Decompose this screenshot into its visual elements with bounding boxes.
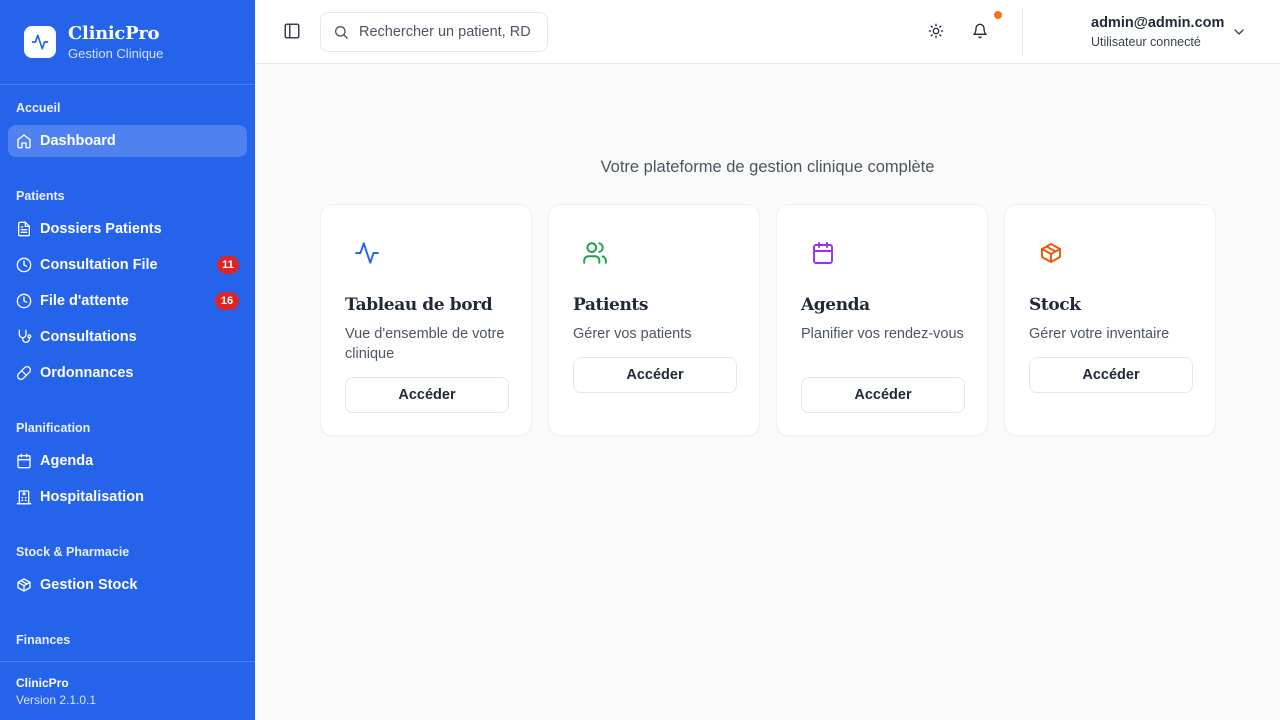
card-description: Gérer votre inventaire: [1029, 326, 1170, 342]
notification-dot: [994, 11, 1002, 19]
user-status: Utilisateur connecté: [1091, 35, 1201, 49]
access-button[interactable]: Accéder: [1029, 357, 1193, 393]
sidebar-item-label: Dossiers Patients: [40, 221, 162, 237]
card-title: Agenda: [801, 295, 870, 315]
top-header: admin@admin.com Utilisateur connecté: [255, 0, 1280, 64]
card-description: Planifier vos rendez-vous: [801, 326, 964, 342]
sidebar-item-consultation-file[interactable]: Consultation File 11: [8, 249, 247, 281]
sidebar-item-label: Gestion Stock: [40, 577, 138, 593]
header-divider: [1022, 8, 1023, 56]
pill-icon: [16, 365, 32, 381]
clock-icon: [16, 293, 32, 309]
nav-section-accueil: Accueil: [16, 101, 61, 115]
sidebar-item-gestion-stock[interactable]: Gestion Stock: [8, 569, 247, 601]
theme-toggle-icon[interactable]: [927, 22, 945, 40]
footer-app-name: ClinicPro: [16, 676, 69, 690]
sidebar-item-label: Consultation File: [40, 257, 158, 273]
activity-icon: [353, 239, 381, 267]
nav-section-finances: Finances: [16, 633, 71, 647]
sidebar-item-hospitalisation[interactable]: Hospitalisation: [8, 481, 247, 513]
clock-icon: [16, 257, 32, 273]
users-icon: [581, 239, 609, 267]
nav-section-planification: Planification: [16, 421, 91, 435]
hospital-icon: [16, 489, 32, 505]
brand[interactable]: ClinicPro Gestion Clinique: [0, 0, 255, 85]
card-patients: Patients Gérer vos patients Accéder: [548, 204, 760, 436]
page-tagline: Votre plateforme de gestion clinique com…: [600, 158, 935, 176]
sidebar-toggle-icon[interactable]: [283, 22, 301, 40]
sidebar-item-label: Dashboard: [40, 133, 116, 149]
sidebar-item-agenda[interactable]: Agenda: [8, 445, 247, 477]
sidebar-item-dashboard[interactable]: Dashboard: [8, 125, 247, 157]
sidebar-footer: ClinicPro Version 2.1.0.1: [0, 661, 255, 720]
search-box[interactable]: [320, 12, 548, 52]
package-icon: [16, 577, 32, 593]
card-stock: Stock Gérer votre inventaire Accéder: [1004, 204, 1216, 436]
stethoscope-icon: [16, 329, 32, 345]
sidebar-item-consultations[interactable]: Consultations: [8, 321, 247, 353]
card-title: Stock: [1029, 295, 1081, 315]
card-description: Gérer vos patients: [573, 326, 692, 342]
card-tableau-de-bord: Tableau de bord Vue d'ensemble de votre …: [320, 204, 532, 436]
calendar-icon: [809, 239, 837, 267]
sidebar: ClinicPro Gestion Clinique Accueil Dashb…: [0, 0, 255, 720]
sidebar-item-label: Agenda: [40, 453, 94, 469]
access-button[interactable]: Accéder: [345, 377, 509, 413]
brand-title: ClinicPro: [68, 23, 160, 44]
access-button[interactable]: Accéder: [573, 357, 737, 393]
nav-section-stock-pharmacie: Stock & Pharmacie: [16, 545, 130, 559]
sidebar-item-dossiers-patients[interactable]: Dossiers Patients: [8, 213, 247, 245]
sidebar-item-file-attente[interactable]: File d'attente 16: [8, 285, 247, 317]
sidebar-item-label: File d'attente: [40, 293, 129, 309]
card-description: Vue d'ensemble de votre clinique: [345, 326, 505, 362]
sidebar-item-ordonnances[interactable]: Ordonnances: [8, 357, 247, 389]
chevron-down-icon[interactable]: [1231, 24, 1247, 40]
package-icon: [1037, 239, 1065, 267]
card-title: Patients: [573, 295, 649, 315]
sidebar-item-label: Ordonnances: [40, 365, 134, 381]
sidebar-item-label: Hospitalisation: [40, 489, 144, 505]
footer-version: Version 2.1.0.1: [16, 693, 97, 707]
user-menu[interactable]: admin@admin.com Utilisateur connecté: [1091, 14, 1224, 51]
access-button[interactable]: Accéder: [801, 377, 965, 413]
sidebar-item-label: Consultations: [40, 329, 137, 345]
search-input[interactable]: [359, 24, 531, 40]
nav-section-patients: Patients: [16, 189, 65, 203]
count-badge: 11: [217, 256, 239, 274]
search-icon: [333, 24, 349, 40]
brand-subtitle: Gestion Clinique: [68, 46, 164, 61]
card-title: Tableau de bord: [345, 295, 493, 315]
count-badge: 16: [215, 292, 239, 310]
calendar-icon: [16, 453, 32, 469]
file-text-icon: [16, 221, 32, 237]
user-email: admin@admin.com: [1091, 15, 1225, 31]
main-content: Votre plateforme de gestion clinique com…: [255, 64, 1280, 720]
activity-icon: [24, 26, 56, 58]
card-agenda: Agenda Planifier vos rendez-vous Accéder: [776, 204, 988, 436]
home-icon: [16, 133, 32, 149]
bell-icon[interactable]: [971, 22, 989, 40]
